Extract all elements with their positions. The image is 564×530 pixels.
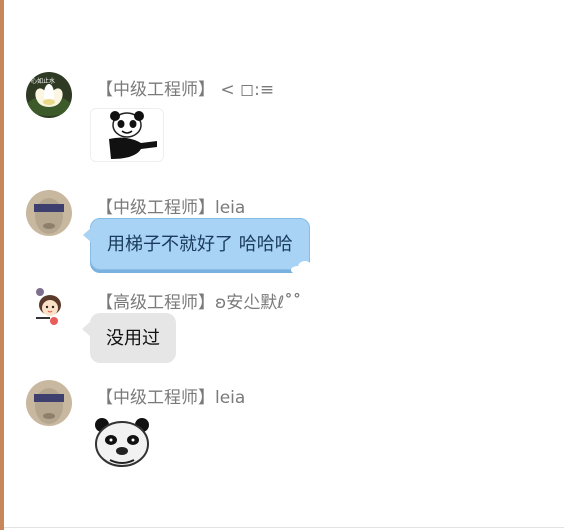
message-bubble[interactable]: 没用过 — [82, 313, 176, 363]
message-text: 没用过 — [106, 328, 160, 349]
cartoon-girl-avatar[interactable] — [26, 285, 72, 331]
bottom-divider — [4, 527, 564, 528]
sender-name: 【高级工程师】ʚ安尐默ℓ˚̊˚̊ — [96, 293, 302, 313]
svg-text:心如止水: 心如止水 — [31, 77, 55, 85]
sender-name: 【中级工程师】 < ◻:≡ — [96, 80, 275, 100]
bubble-tail — [82, 321, 91, 337]
panda-pointing-sticker[interactable] — [90, 108, 164, 162]
panda-face-sticker[interactable] — [90, 416, 154, 468]
cloud-icon — [290, 261, 316, 274]
message-text: 用梯子不就好了 哈哈哈 — [107, 234, 293, 255]
chat-window: 心如止水 【中级工程师】 < ◻:≡ 【中级工程师】leia 用梯子不就好了 哈… — [0, 0, 564, 530]
lotus-avatar[interactable]: 心如止水 — [26, 72, 72, 118]
sender-name: 【中级工程师】leia — [96, 198, 246, 218]
bubble-tail — [83, 227, 92, 243]
sender-name: 【中级工程师】leia — [96, 388, 246, 408]
statue-avatar[interactable] — [26, 190, 72, 236]
message-bubble[interactable]: 用梯子不就好了 哈哈哈 — [83, 218, 316, 274]
statue-avatar[interactable] — [26, 380, 72, 426]
